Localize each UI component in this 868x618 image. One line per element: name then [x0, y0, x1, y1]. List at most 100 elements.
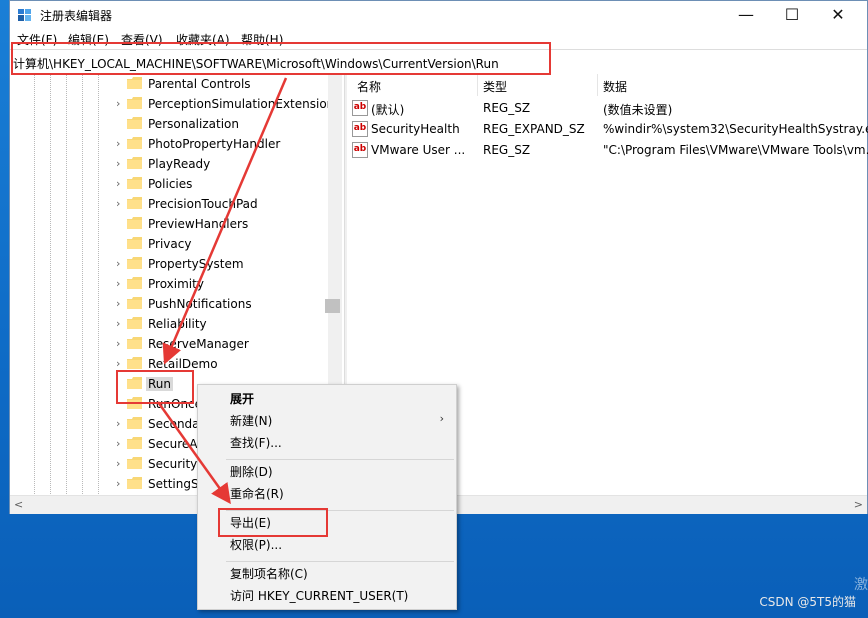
- context-menu-item[interactable]: 删除(D): [230, 463, 273, 480]
- expand-chevron-icon[interactable]: ›: [116, 337, 120, 350]
- value-data: (数值未设置): [603, 103, 673, 117]
- folder-icon: [127, 237, 142, 249]
- maximize-button[interactable]: ☐: [769, 1, 815, 28]
- context-menu-item[interactable]: 重命名(R): [230, 485, 284, 502]
- folder-icon: [127, 337, 142, 349]
- tree-item[interactable]: › Proximity: [10, 274, 330, 294]
- context-menu-item[interactable]: 访问 HKEY_CURRENT_USER(T): [230, 587, 408, 604]
- value-type: REG_SZ: [483, 101, 531, 115]
- value-row[interactable]: ab SecurityHealth REG_EXPAND_SZ %windir%\sy…: [347, 119, 868, 139]
- tree-item[interactable]: Personalization: [10, 114, 330, 134]
- tree-item-label[interactable]: RetailDemo: [148, 357, 218, 371]
- tree-item-label[interactable]: PerceptionSimulationExtension: [148, 97, 334, 111]
- tree-item-label[interactable]: Privacy: [148, 237, 191, 251]
- expand-chevron-icon[interactable]: ›: [116, 177, 120, 190]
- column-separator[interactable]: [477, 74, 478, 96]
- context-menu-item[interactable]: 查找(F)...: [230, 434, 282, 451]
- value-data: "C:\Program Files\VMware\VMware Tools\vm…: [603, 143, 868, 157]
- context-menu-item[interactable]: 复制项名称(C): [230, 565, 308, 582]
- title-bar[interactable]: 注册表编辑器 — ☐ ✕: [10, 1, 867, 28]
- folder-icon: [127, 477, 142, 489]
- tree-item[interactable]: › Reliability: [10, 314, 330, 334]
- value-row[interactable]: ab (默认) REG_SZ (数值未设置): [347, 98, 867, 118]
- expand-chevron-icon[interactable]: ›: [116, 437, 120, 450]
- registry-editor-icon: [18, 9, 31, 21]
- context-menu-item[interactable]: 权限(P)...: [230, 536, 282, 553]
- expand-chevron-icon[interactable]: ›: [116, 277, 120, 290]
- tree-item-label[interactable]: Policies: [148, 177, 192, 191]
- value-type: REG_SZ: [483, 143, 531, 157]
- expand-chevron-icon[interactable]: ›: [116, 457, 120, 470]
- value-type: REG_EXPAND_SZ: [483, 122, 585, 136]
- tree-item-label[interactable]: PlayReady: [148, 157, 210, 171]
- window-title: 注册表编辑器: [40, 9, 113, 23]
- expand-chevron-icon[interactable]: ›: [116, 417, 120, 430]
- scroll-right-arrow-icon[interactable]: >: [854, 498, 863, 511]
- string-value-icon: ab: [352, 100, 368, 116]
- highlight-box-run-key: [116, 370, 194, 404]
- close-button[interactable]: ✕: [815, 1, 861, 28]
- tree-item[interactable]: › PhotoPropertyHandler: [10, 134, 330, 154]
- folder-icon: [127, 277, 142, 289]
- tree-item[interactable]: › ReserveManager: [10, 334, 330, 354]
- tree-item-label[interactable]: PreviewHandlers: [148, 217, 248, 231]
- scroll-left-arrow-icon[interactable]: <: [14, 498, 23, 511]
- tree-item[interactable]: › Policies: [10, 174, 330, 194]
- watermark: CSDN @5T5的猫: [759, 595, 856, 609]
- value-row[interactable]: ab VMware User ... REG_SZ "C:\Program Files…: [347, 140, 868, 160]
- string-value-icon: ab: [352, 142, 368, 158]
- tree-item-label[interactable]: Reliability: [148, 317, 207, 331]
- tree-scroll-thumb[interactable]: [325, 299, 340, 313]
- tree-item-label[interactable]: PropertySystem: [148, 257, 244, 271]
- column-header-name[interactable]: 名称: [357, 78, 381, 95]
- folder-icon: [127, 357, 142, 369]
- column-separator[interactable]: [597, 74, 598, 96]
- expand-chevron-icon[interactable]: ›: [116, 157, 120, 170]
- folder-icon: [127, 217, 142, 229]
- expand-chevron-icon[interactable]: ›: [116, 297, 120, 310]
- tree-item-label[interactable]: PushNotifications: [148, 297, 252, 311]
- folder-icon: [127, 117, 142, 129]
- tree-item-label[interactable]: PrecisionTouchPad: [148, 197, 258, 211]
- tree-item-label[interactable]: PhotoPropertyHandler: [148, 137, 280, 151]
- tree-item[interactable]: PreviewHandlers: [10, 214, 330, 234]
- tree-item[interactable]: › PropertySystem: [10, 254, 330, 274]
- tree-item[interactable]: › PlayReady: [10, 154, 330, 174]
- folder-icon: [127, 457, 142, 469]
- column-header-data[interactable]: 数据: [603, 78, 627, 95]
- tree-item[interactable]: › PushNotifications: [10, 294, 330, 314]
- expand-chevron-icon[interactable]: ›: [116, 197, 120, 210]
- context-menu-item[interactable]: 展开: [230, 390, 254, 407]
- column-header-type[interactable]: 类型: [483, 78, 507, 95]
- expand-chevron-icon[interactable]: ›: [116, 477, 120, 490]
- tree-item-label[interactable]: Parental Controls: [148, 77, 251, 91]
- folder-icon: [127, 437, 142, 449]
- folder-icon: [127, 297, 142, 309]
- context-menu-item[interactable]: 新建(N): [230, 412, 272, 429]
- folder-icon: [127, 317, 142, 329]
- minimize-button[interactable]: —: [723, 1, 769, 28]
- highlight-box-export: [218, 508, 328, 537]
- tree-item[interactable]: › PerceptionSimulationExtension: [10, 94, 334, 114]
- folder-icon: [127, 417, 142, 429]
- value-name: SecurityHealth: [371, 122, 460, 136]
- folder-icon: [127, 97, 142, 109]
- tree-item-label[interactable]: Proximity: [148, 277, 204, 291]
- value-name: VMware User ...: [371, 143, 466, 157]
- tree-item-label[interactable]: Personalization: [148, 117, 239, 131]
- value-data: %windir%\system32\SecurityHealthSystray.…: [603, 122, 868, 136]
- tree-item-label[interactable]: ReserveManager: [148, 337, 249, 351]
- menu-separator: [226, 561, 454, 562]
- watermark-extra: 激: [854, 577, 868, 593]
- folder-icon: [127, 157, 142, 169]
- expand-chevron-icon[interactable]: ›: [116, 317, 120, 330]
- tree-item[interactable]: › PrecisionTouchPad: [10, 194, 330, 214]
- menu-separator: [226, 459, 454, 460]
- folder-icon: [127, 177, 142, 189]
- tree-item[interactable]: Parental Controls: [10, 74, 330, 94]
- expand-chevron-icon[interactable]: ›: [116, 357, 120, 370]
- tree-item[interactable]: Privacy: [10, 234, 330, 254]
- expand-chevron-icon[interactable]: ›: [116, 137, 120, 150]
- expand-chevron-icon[interactable]: ›: [116, 97, 120, 110]
- expand-chevron-icon[interactable]: ›: [116, 257, 120, 270]
